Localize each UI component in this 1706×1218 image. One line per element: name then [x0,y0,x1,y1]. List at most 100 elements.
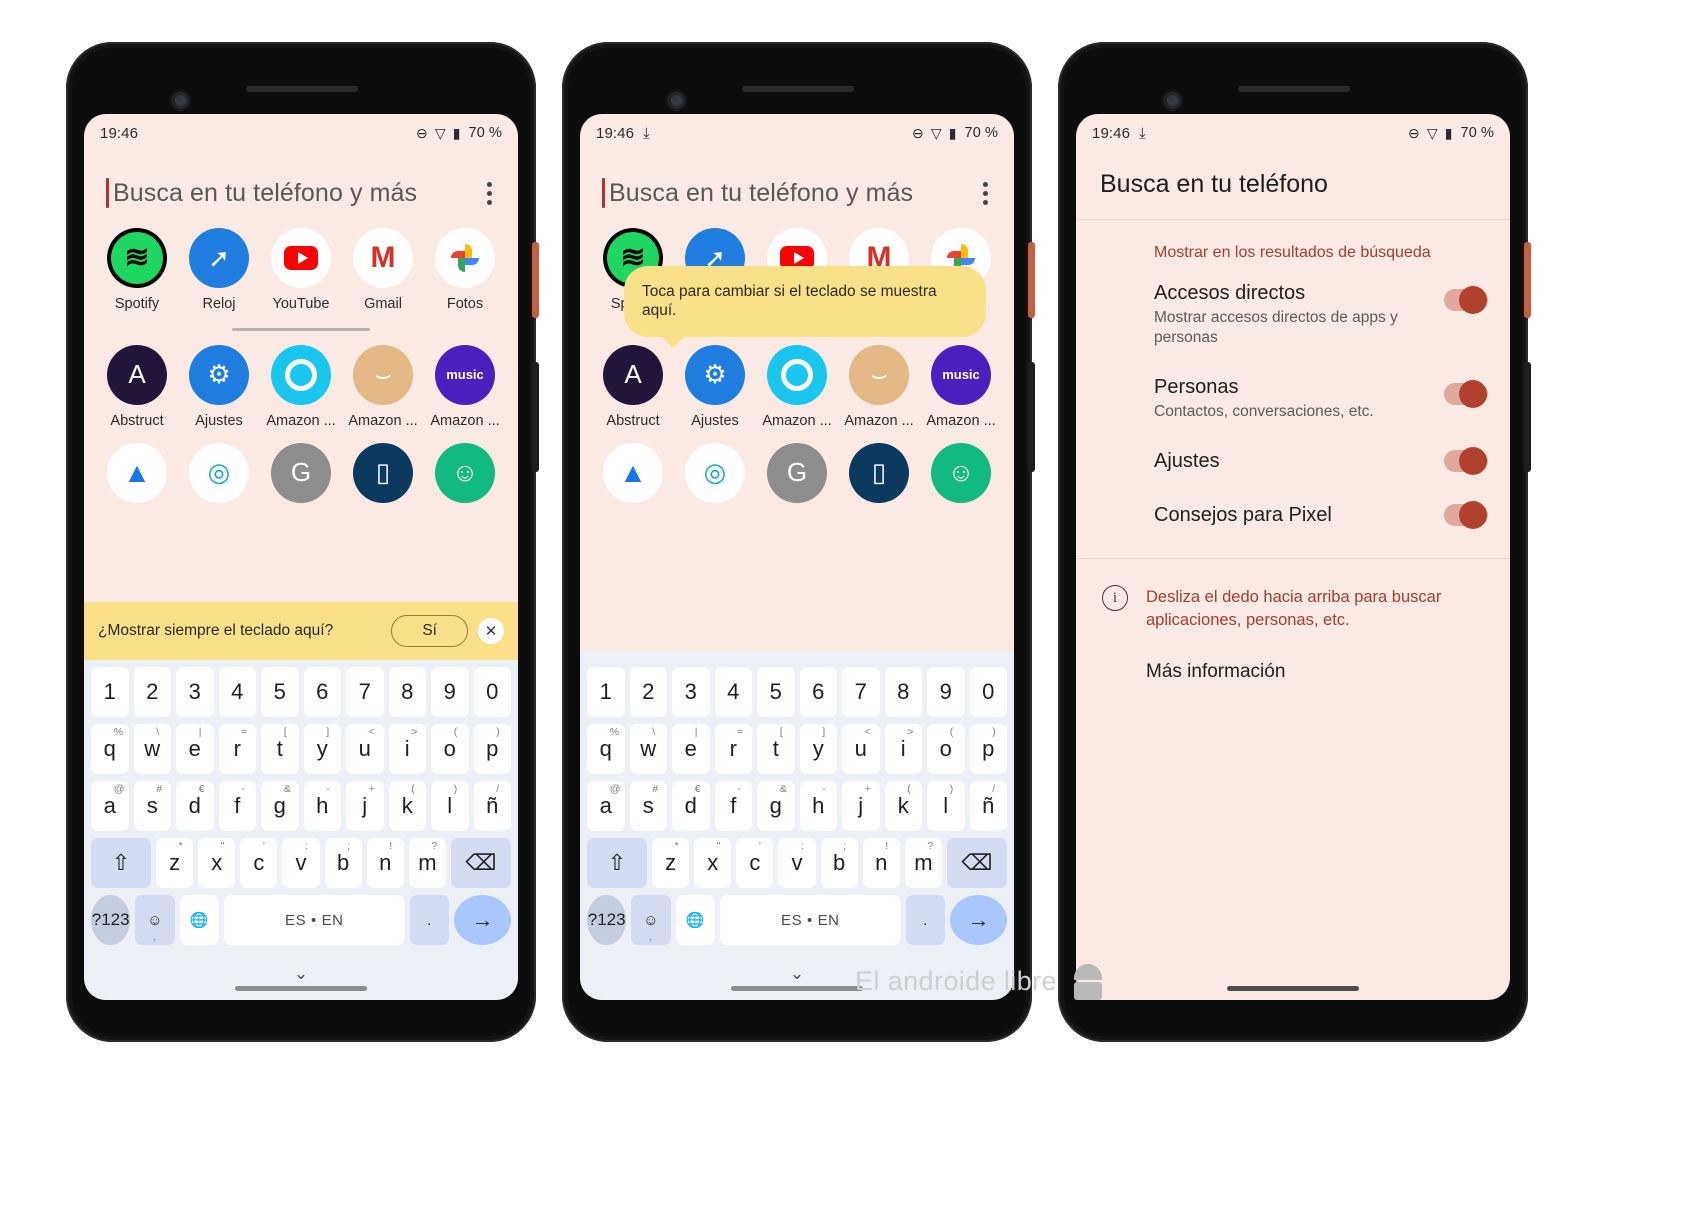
key-6[interactable]: 6 [799,667,837,717]
close-icon[interactable]: ✕ [478,618,504,644]
app-item[interactable]: ▲ [594,442,672,511]
app-item[interactable]: ▯ [344,442,422,511]
key-c[interactable]: ' c [240,838,278,888]
shift-key[interactable]: ⇧ [91,838,152,888]
overflow-menu-icon[interactable] [487,181,496,205]
volume-button[interactable] [1524,362,1531,472]
key-i[interactable]: > i [388,724,426,774]
home-indicator[interactable] [1227,986,1359,991]
app-item[interactable]: ⚙ Ajustes [676,344,754,429]
backspace-key[interactable]: ⌫ [450,838,511,888]
key-n[interactable]: ! n [366,838,404,888]
setting-toggle[interactable] [1444,501,1488,530]
key-k[interactable]: (k [884,781,922,831]
key-l[interactable]: ) l [927,781,965,831]
setting-row-ajustes[interactable]: Ajustes [1076,436,1510,490]
key-ñ[interactable]: / ñ [473,781,511,831]
setting-row-personas[interactable]: Personas Contactos, conversaciones, etc. [1076,362,1510,436]
key-e[interactable]: | e [176,724,214,774]
key-m[interactable]: ? m [904,838,942,888]
key-f[interactable]: -f [218,781,256,831]
key-j[interactable]: + j [346,781,384,831]
app-item[interactable]: ➚ Reloj [180,228,258,312]
key-z[interactable]: * z [652,838,690,888]
key-y[interactable]: ] y [799,724,837,774]
key-m[interactable]: ? m [408,838,446,888]
key-p[interactable]: ) p [969,724,1007,774]
key-2[interactable]: 2 [133,667,171,717]
key-7[interactable]: 7 [346,667,384,717]
volume-button[interactable] [532,362,539,472]
key-a[interactable]: @ a [91,781,129,831]
key-x[interactable]: " x [694,838,732,888]
key-0[interactable]: 0 [473,667,511,717]
key-s[interactable]: # s [629,781,667,831]
overflow-menu-icon[interactable] [983,181,992,205]
key-o[interactable]: (o [431,724,469,774]
key-3[interactable]: 3 [176,667,214,717]
key-h[interactable]: -h [799,781,837,831]
app-item[interactable]: ☺ [922,442,1000,511]
key-ñ[interactable]: / ñ [969,781,1007,831]
key-o[interactable]: (o [927,724,965,774]
key-9[interactable]: 9 [927,667,965,717]
search-bar[interactable]: Busca en tu teléfono y más [580,152,1014,208]
key-y[interactable]: ] y [303,724,341,774]
key-u[interactable]: < u [346,724,384,774]
shift-key[interactable]: ⇧ [587,838,648,888]
key-c[interactable]: ' c [736,838,774,888]
key-s[interactable]: # s [133,781,171,831]
symbols-key[interactable]: ?123 [587,895,627,945]
period-key[interactable]: . [905,895,945,945]
app-item[interactable]: ▯ [840,442,918,511]
key-f[interactable]: -f [714,781,752,831]
key-0[interactable]: 0 [969,667,1007,717]
keyboard-prompt-yes-button[interactable]: Sí [391,615,468,647]
setting-toggle[interactable] [1444,380,1488,409]
key-8[interactable]: 8 [388,667,426,717]
enter-key[interactable]: → [453,895,511,945]
app-item[interactable]: ▲ [98,442,176,511]
app-item[interactable]: ◎ [676,442,754,511]
key-e[interactable]: | e [672,724,710,774]
key-1[interactable]: 1 [91,667,129,717]
key-t[interactable]: [t [261,724,299,774]
space-key[interactable]: ES • EN [719,895,901,945]
key-a[interactable]: @ a [587,781,625,831]
search-input[interactable]: Busca en tu teléfono y más [609,179,913,208]
key-d[interactable]: € d [176,781,214,831]
space-key[interactable]: ES • EN [223,895,405,945]
key-q[interactable]: % q [91,724,129,774]
setting-toggle[interactable] [1444,447,1488,476]
key-n[interactable]: ! n [862,838,900,888]
search-bar[interactable]: Busca en tu teléfono y más [84,152,518,208]
key-q[interactable]: % q [587,724,625,774]
more-info-link[interactable]: Más información [1076,631,1510,683]
key-b[interactable]: ; b [324,838,362,888]
key-b[interactable]: ; b [820,838,858,888]
app-item[interactable]: ◎ [180,442,258,511]
app-item[interactable]: Fotos [426,228,504,312]
key-6[interactable]: 6 [303,667,341,717]
app-item[interactable]: ⌣ Amazon ... [344,344,422,429]
backspace-key[interactable]: ⌫ [946,838,1007,888]
key-v[interactable]: :v [778,838,816,888]
home-indicator[interactable] [235,986,367,991]
key-p[interactable]: ) p [473,724,511,774]
key-1[interactable]: 1 [587,667,625,717]
power-button[interactable] [532,242,539,318]
app-item[interactable]: music Amazon ... [922,344,1000,429]
setting-row-accesos-directos[interactable]: Accesos directos Mostrar accesos directo… [1076,268,1510,362]
home-indicator[interactable] [731,986,863,991]
key-w[interactable]: \ w [133,724,171,774]
app-item[interactable]: ⌣ Amazon ... [840,344,918,429]
app-item[interactable]: ⚙ Ajustes [180,344,258,429]
app-item[interactable]: ≋ Spotify [98,228,176,312]
key-k[interactable]: (k [388,781,426,831]
power-button[interactable] [1524,242,1531,318]
app-item[interactable]: YouTube [262,228,340,312]
key-w[interactable]: \ w [629,724,667,774]
key-7[interactable]: 7 [842,667,880,717]
app-item[interactable]: music Amazon ... [426,344,504,429]
key-i[interactable]: > i [884,724,922,774]
